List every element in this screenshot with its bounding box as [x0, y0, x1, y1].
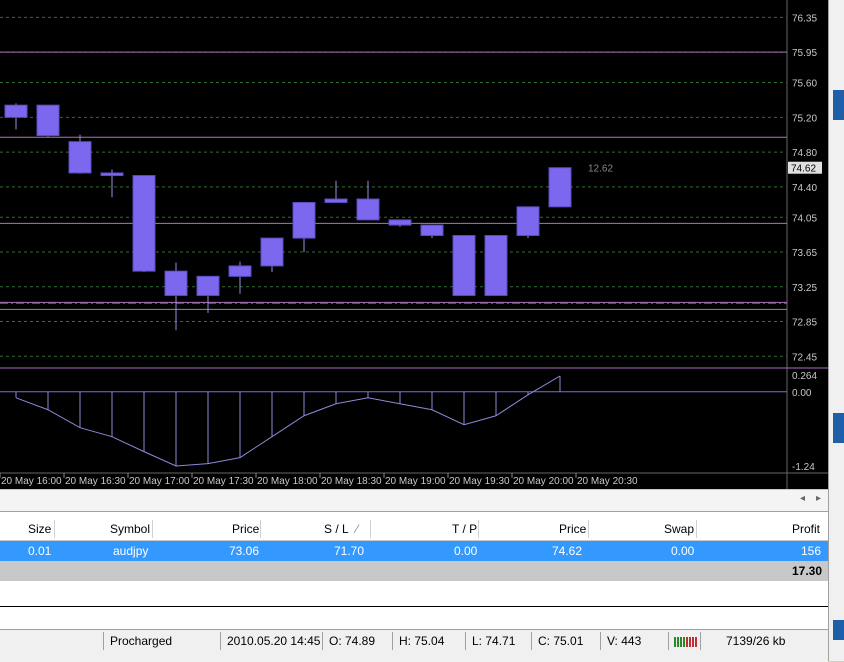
chart-canvas[interactable]: 76.35 75.95 75.60 75.20 74.80 74.40 74.05 73.65…	[0, 0, 828, 489]
row-cur-price: 74.62	[552, 544, 583, 558]
candle-body	[36, 104, 60, 137]
price-tick-label: 74.05	[792, 213, 817, 224]
price-tick-label: 72.85	[792, 318, 817, 329]
row-swap: 0.00	[671, 544, 695, 558]
candle-body	[484, 235, 508, 296]
scroll-left-icon[interactable]: ◂	[800, 493, 805, 504]
order-row[interactable]: 0.01 audjpy 73.06 71.70 0.00 74.62 0.00 …	[0, 541, 828, 561]
candle-body	[164, 270, 188, 296]
col-symbol[interactable]: Symbol	[110, 522, 150, 536]
candle-body	[548, 167, 572, 208]
price-tick-label: 74.80	[792, 148, 817, 159]
candle-body	[4, 104, 28, 118]
status-open: O: 74.89	[329, 634, 376, 648]
row-tp: 0.00	[454, 544, 478, 558]
terminal-panel: Size Symbol Price S / L ⁄ T / P Price Sw…	[0, 511, 828, 630]
col-size[interactable]: Size	[28, 522, 51, 536]
chart-scrollbar[interactable]: ◂ ▸	[0, 489, 828, 512]
price-tick-label: 75.20	[792, 113, 817, 124]
time-tick-label: 20 May 16:30	[65, 476, 126, 487]
price-tick-label: 76.35	[792, 13, 817, 24]
row-profit: 156	[801, 544, 822, 558]
status-close: C: 75.01	[538, 634, 584, 648]
strip-marker-bottom	[833, 620, 844, 640]
scroll-right-icon[interactable]: ▸	[816, 493, 821, 504]
col-cur-price[interactable]: Price	[559, 522, 586, 536]
candle-body	[132, 175, 156, 272]
time-tick-label: 20 May 20:00	[513, 476, 574, 487]
row-sl: 71.70	[334, 544, 365, 558]
candle-body	[100, 172, 124, 177]
connection-icon	[674, 637, 697, 647]
time-tick-label: 20 May 19:30	[449, 476, 510, 487]
status-volume: V: 443	[607, 634, 642, 648]
time-tick-label: 20 May 18:30	[321, 476, 382, 487]
col-swap[interactable]: Swap	[664, 522, 694, 536]
total-profit: 17.30	[791, 564, 822, 578]
time-tick-label: 20 May 20:30	[577, 476, 638, 487]
price-tick-label: 75.95	[792, 48, 817, 59]
col-price[interactable]: Price	[232, 522, 259, 536]
candle-body	[196, 275, 220, 296]
strip-marker-middle	[833, 413, 844, 443]
oscillator-line	[15, 375, 561, 467]
indicator-zero-label: 0.00	[792, 388, 812, 399]
time-tick-label: 20 May 19:00	[385, 476, 446, 487]
time-tick-label: 20 May 16:00	[1, 476, 62, 487]
candle-body	[292, 201, 316, 239]
price-tick-label: 72.45	[792, 352, 817, 363]
indicator-top-label: 0.264	[792, 371, 817, 382]
candle-body	[260, 237, 284, 267]
total-row: 17.30	[0, 561, 828, 581]
row-size: 0.01	[28, 544, 52, 558]
candle-body	[68, 141, 92, 174]
candle-body	[452, 235, 476, 296]
crosshair-readout: 12.62	[588, 164, 613, 175]
sort-icon: ⁄	[356, 522, 359, 536]
time-tick-label: 20 May 18:00	[257, 476, 318, 487]
candle-body	[516, 206, 540, 237]
status-datetime: 2010.05.20 14:45	[227, 634, 321, 648]
col-tp[interactable]: T / P	[452, 522, 477, 536]
candle-body	[420, 224, 444, 237]
strip-marker-top	[833, 90, 844, 120]
status-low: L: 74.71	[472, 634, 516, 648]
terminal-divider	[0, 606, 828, 607]
candle-body	[324, 198, 348, 203]
price-tick-label: 75.60	[792, 79, 817, 90]
status-profile[interactable]: Procharged	[110, 634, 172, 648]
current-price-label: 74.62	[791, 164, 816, 175]
status-high: H: 75.04	[399, 634, 445, 648]
time-tick-label: 20 May 17:00	[129, 476, 190, 487]
price-tick-label: 73.25	[792, 283, 817, 294]
orders-table-header: Size Symbol Price S / L ⁄ T / P Price Sw…	[0, 518, 828, 541]
row-symbol: audjpy	[113, 544, 149, 558]
indicator-bottom-label: -1.24	[792, 462, 815, 473]
col-sl[interactable]: S / L	[324, 522, 349, 536]
time-tick-label: 20 May 17:30	[193, 476, 254, 487]
row-price: 73.06	[229, 544, 260, 558]
status-traffic: 7139/26 kb	[726, 634, 786, 648]
price-chart[interactable]: 76.35 75.95 75.60 75.20 74.80 74.40 74.05 73.65…	[0, 0, 828, 489]
candle-body	[228, 265, 252, 277]
price-tick-label: 73.65	[792, 248, 817, 259]
col-profit[interactable]: Profit	[792, 522, 820, 536]
price-tick-label: 74.40	[792, 183, 817, 194]
candle-body	[356, 198, 380, 221]
candle-body	[388, 219, 412, 226]
status-bar: Procharged 2010.05.20 14:45 O: 74.89 H: …	[0, 629, 828, 662]
